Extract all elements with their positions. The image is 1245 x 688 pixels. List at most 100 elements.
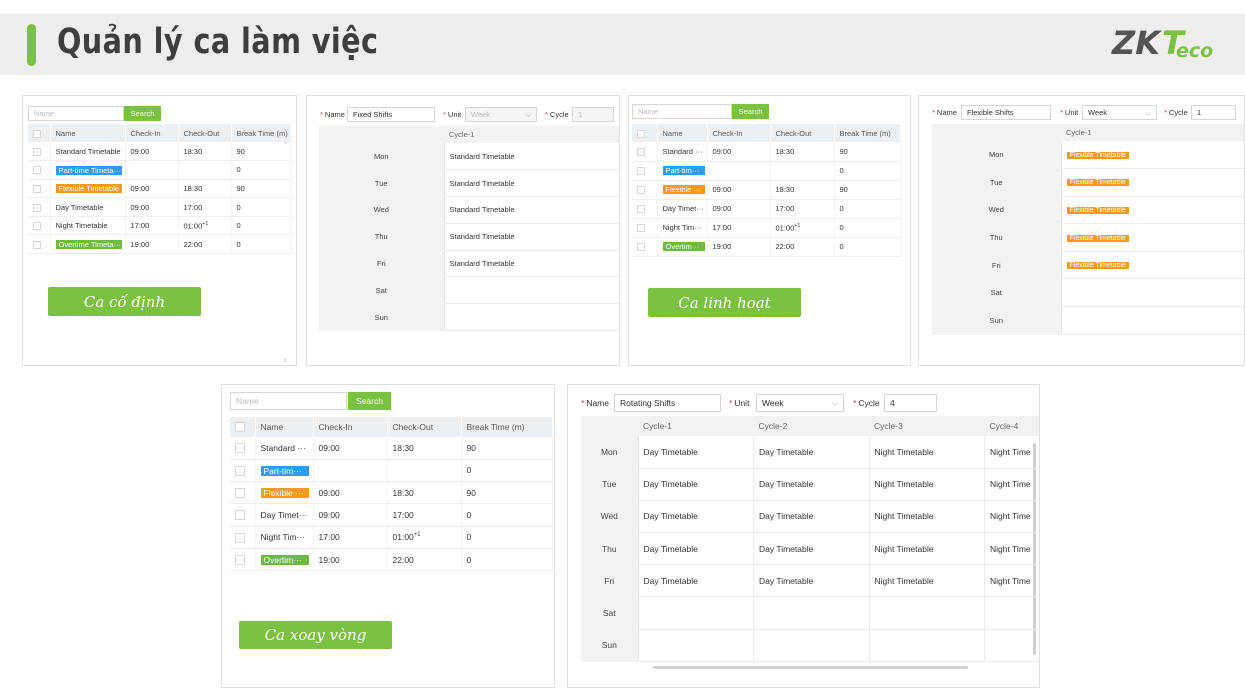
schedule-cell[interactable] xyxy=(1061,278,1244,308)
shift-name-input[interactable]: Flexible Shifts xyxy=(961,105,1051,120)
row-checkbox[interactable] xyxy=(637,186,645,194)
schedule-cell[interactable]: Night Timetable xyxy=(869,468,985,501)
timetable-name-tag[interactable]: Part-tim··· xyxy=(662,166,705,176)
table-row[interactable]: Night Tim··· 17:00 01:00+1 0 xyxy=(632,218,901,238)
table-row[interactable]: Flexible Timetable 09:00 18:30 90 xyxy=(28,179,292,199)
schedule-cell[interactable] xyxy=(638,596,754,630)
schedule-cell[interactable]: Flexible Timetable xyxy=(1061,223,1244,252)
name-search-input[interactable]: Name xyxy=(230,392,347,410)
row-checkbox[interactable] xyxy=(637,147,645,156)
table-row[interactable]: Overtim··· 19:00 22:00 0 xyxy=(230,548,553,572)
timetable-name-tag[interactable]: Part-tim··· xyxy=(260,465,309,476)
table-row[interactable]: Overtim··· 19:00 22:00 0 xyxy=(632,237,901,257)
table-row[interactable]: Standard ··· 09:00 18:30 90 xyxy=(632,142,901,162)
timetable-name[interactable]: Day Timet··· xyxy=(663,204,704,213)
search-button[interactable]: Search xyxy=(732,104,769,119)
schedule-cell[interactable]: Day Timetable xyxy=(638,500,754,534)
row-checkbox[interactable] xyxy=(235,555,245,565)
unit-select[interactable]: Week ⌵ xyxy=(465,107,537,122)
table-row[interactable]: Night Tim··· 17:00 01:00+1 0 xyxy=(230,526,553,549)
timetable-name[interactable]: Day Timetable xyxy=(56,203,104,212)
row-checkbox[interactable] xyxy=(235,488,245,499)
schedule-cell[interactable] xyxy=(984,629,1039,662)
schedule-cell[interactable]: Day Timetable xyxy=(753,436,870,469)
schedule-cell[interactable]: Flexible Timetable xyxy=(1061,196,1244,225)
table-row[interactable]: Part-time Timeta··· 0 xyxy=(28,160,292,180)
row-checkbox[interactable] xyxy=(235,465,245,476)
timetable-name-tag[interactable]: Overtim··· xyxy=(260,555,309,565)
row-checkbox[interactable] xyxy=(33,203,41,212)
timetable-name[interactable]: Night Tim··· xyxy=(663,223,702,232)
table-row[interactable]: Day Timet··· 09:00 17:00 0 xyxy=(632,199,901,219)
schedule-cell[interactable] xyxy=(638,629,754,662)
search-button[interactable]: Search xyxy=(348,392,391,410)
row-checkbox[interactable] xyxy=(33,222,41,231)
timetable-name[interactable]: Standard Timetable xyxy=(56,147,121,156)
select-all-checkbox[interactable] xyxy=(235,422,245,433)
schedule-cell[interactable]: Day Timetable xyxy=(638,436,754,469)
row-checkbox[interactable] xyxy=(637,243,645,251)
row-checkbox[interactable] xyxy=(235,443,245,454)
schedule-cell[interactable]: Day Timetable xyxy=(753,500,870,534)
timetable-name-tag[interactable]: Overtim··· xyxy=(662,242,705,252)
schedule-cell[interactable]: Day Timetable xyxy=(753,564,870,598)
schedule-cell[interactable]: Standard Timetable xyxy=(444,250,619,278)
timetable-name-tag[interactable]: Flexible ··· xyxy=(662,185,705,195)
table-row[interactable]: Overtime Timeta··· 19:00 22:00 0 xyxy=(28,234,292,255)
row-checkbox[interactable] xyxy=(33,147,41,156)
schedule-cell[interactable]: Day Timetable xyxy=(753,468,870,501)
schedule-cell[interactable]: Night Time xyxy=(984,468,1039,501)
schedule-cell[interactable]: Standard Timetable xyxy=(444,223,619,251)
timetable-name[interactable]: Standard ··· xyxy=(261,443,306,453)
row-checkbox[interactable] xyxy=(637,205,645,213)
row-checkbox[interactable] xyxy=(33,240,41,249)
timetable-name[interactable]: Night Timetable xyxy=(56,221,108,230)
schedule-cell[interactable]: Day Timetable xyxy=(638,468,754,501)
schedule-cell[interactable]: Night Time xyxy=(984,532,1039,566)
schedule-cell[interactable]: Night Time xyxy=(984,564,1039,598)
cycle-input[interactable]: 1 xyxy=(572,107,614,122)
name-search-input[interactable]: Name xyxy=(632,104,732,119)
unit-select[interactable]: Week ⌵ xyxy=(1082,105,1157,120)
timetable-name[interactable]: Night Tim··· xyxy=(261,532,305,542)
row-checkbox[interactable] xyxy=(33,166,41,175)
timetable-name[interactable]: Standard ··· xyxy=(663,147,703,156)
schedule-cell[interactable] xyxy=(753,596,870,630)
table-row[interactable]: Standard ··· 09:00 18:30 90 xyxy=(230,437,553,460)
schedule-cell[interactable]: Standard Timetable xyxy=(444,196,619,224)
schedule-cell[interactable] xyxy=(444,276,619,305)
schedule-cell[interactable] xyxy=(869,629,985,662)
row-checkbox[interactable] xyxy=(33,184,41,193)
schedule-cell[interactable]: Night Time xyxy=(984,436,1039,469)
schedule-cell[interactable]: Standard Timetable xyxy=(444,169,619,198)
schedule-cell[interactable] xyxy=(753,629,870,662)
select-all-checkbox[interactable] xyxy=(637,129,645,138)
table-row[interactable]: Night Timetable 17:00 01:00+1 0 xyxy=(28,216,292,236)
schedule-cell[interactable]: Flexible Timetable xyxy=(1061,141,1244,170)
search-button[interactable]: Search xyxy=(124,106,161,121)
unit-select[interactable]: Week ⌵ xyxy=(756,394,844,412)
schedule-cell[interactable]: Day Timetable xyxy=(638,564,754,598)
schedule-cell[interactable]: Standard Timetable xyxy=(444,143,619,171)
schedule-cell[interactable]: Night Timetable xyxy=(869,564,985,598)
schedule-cell[interactable]: Flexible Timetable xyxy=(1061,251,1244,280)
table-row[interactable]: Part-tim··· 0 xyxy=(632,161,901,181)
schedule-cell[interactable]: Day Timetable xyxy=(638,532,754,566)
schedule-cell[interactable]: Day Timetable xyxy=(753,532,870,566)
shift-name-input[interactable]: Rotating Shifts xyxy=(614,394,721,412)
row-checkbox[interactable] xyxy=(235,532,245,543)
timetable-name-tag[interactable]: Flexible ··· xyxy=(260,488,309,499)
schedule-cell[interactable] xyxy=(869,596,985,630)
table-row[interactable]: Flexible ··· 09:00 18:30 90 xyxy=(230,481,553,505)
table-row[interactable]: Part-tim··· 0 xyxy=(230,459,553,483)
row-checkbox[interactable] xyxy=(235,510,245,521)
table-row[interactable]: Standard Timetable 09:00 18:30 90 xyxy=(28,142,292,162)
schedule-cell[interactable] xyxy=(444,303,619,332)
schedule-cell[interactable]: Night Timetable xyxy=(869,532,985,566)
schedule-cell[interactable]: Night Time xyxy=(984,500,1039,534)
timetable-name-tag[interactable]: Overtime Timeta··· xyxy=(55,240,122,250)
schedule-cell[interactable]: Flexible Timetable xyxy=(1061,168,1244,197)
table-row[interactable]: Flexible ··· 09:00 18:30 90 xyxy=(632,180,901,200)
schedule-cell[interactable] xyxy=(984,596,1039,630)
timetable-name-tag[interactable]: Flexible Timetable xyxy=(55,184,122,194)
